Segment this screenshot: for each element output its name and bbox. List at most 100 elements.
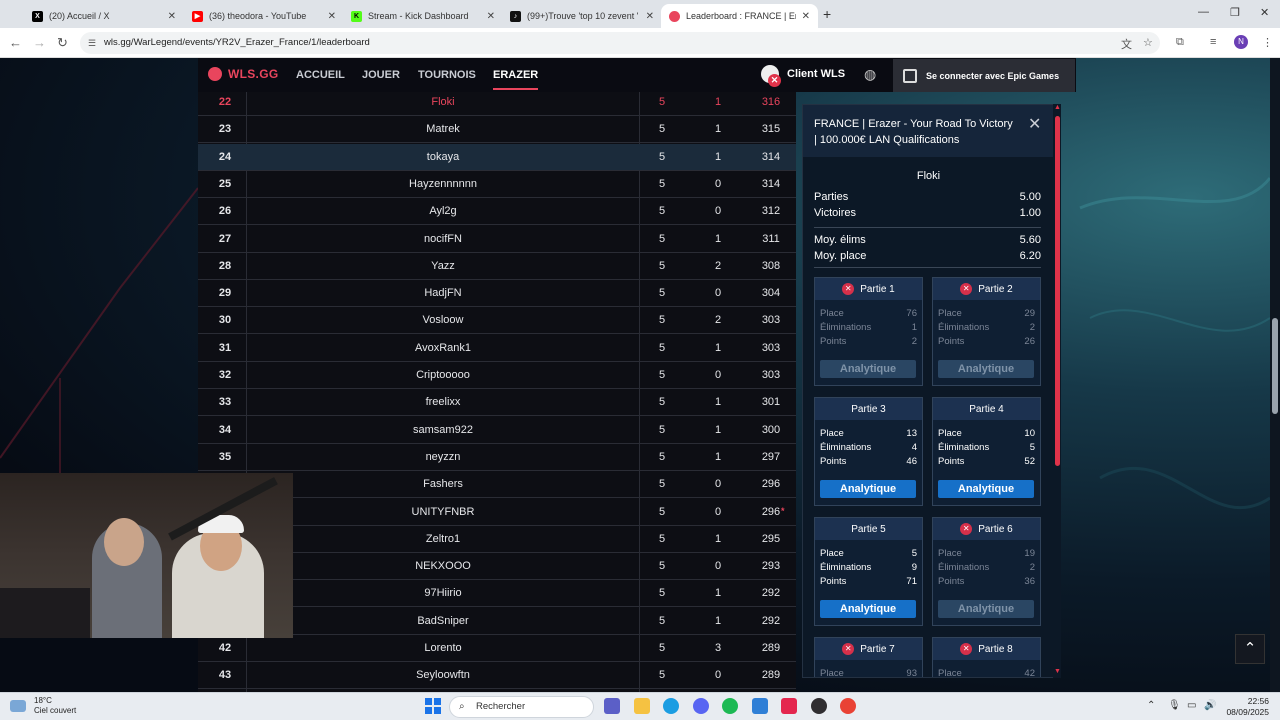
wins-cell: 2 — [714, 259, 722, 272]
obs-icon[interactable] — [811, 698, 827, 714]
chrome-icon[interactable] — [840, 698, 856, 714]
volume-icon[interactable]: 🔊 — [1204, 700, 1216, 711]
edge-icon[interactable] — [663, 698, 679, 714]
taskbar-clock[interactable]: 22:56 08/09/2025 — [1225, 696, 1269, 718]
analytics-button[interactable]: Analytique — [938, 480, 1034, 498]
store-icon[interactable] — [752, 698, 768, 714]
close-icon[interactable]: ✕ — [328, 11, 336, 22]
close-icon[interactable]: ✕ — [168, 11, 176, 22]
stat-divider — [814, 267, 1041, 268]
weather-widget[interactable]: 18°C Ciel couvert — [10, 696, 76, 716]
tab-leaderboard[interactable]: Leaderboard : FRANCE | Erazer ✕ — [661, 4, 818, 28]
close-icon[interactable]: ✕ — [646, 11, 654, 22]
game-stat-label: Place — [820, 308, 844, 319]
stat-value: 5.60 — [1019, 234, 1041, 246]
tab-tiktok[interactable]: ♪ (99+)Trouve 'top 10 zevent ' sur ✕ — [502, 4, 662, 28]
analytics-button[interactable]: Analytique — [820, 360, 916, 378]
epic-login-button[interactable]: Se connecter avec Epic Games — [893, 59, 1075, 92]
nav-erazer[interactable]: ERAZER — [493, 69, 539, 90]
table-row[interactable]: 28 Yazz 5 2 308 — [198, 253, 796, 280]
game-card: ✕Partie 8Place42ÉliminationsPointsAnalyt… — [932, 637, 1041, 677]
table-row[interactable]: 24 tokaya 5 1 314 — [198, 143, 796, 171]
player-detail-panel: FRANCE | Erazer - Your Road To Victory |… — [802, 104, 1061, 678]
tab-youtube[interactable]: ▶ (36) theodora - YouTube ✕ — [184, 4, 344, 28]
analytics-button[interactable]: Analytique — [820, 600, 916, 618]
file-explorer-icon[interactable] — [634, 698, 650, 714]
played-cell: 5 — [658, 423, 666, 436]
menu-icon[interactable]: ⋮ — [1262, 36, 1273, 49]
analytics-button[interactable]: Analytique — [938, 360, 1034, 378]
table-row[interactable]: 31 AvoxRank1 5 1 303 — [198, 335, 796, 362]
rank-cell: 35 — [218, 450, 232, 463]
scroll-to-top-button[interactable]: ⌃ — [1235, 634, 1265, 664]
spotify-icon[interactable] — [722, 698, 738, 714]
teams-icon[interactable] — [604, 698, 620, 714]
back-icon[interactable]: ← — [9, 35, 22, 50]
tab-x[interactable]: X (20) Accueil / X ✕ — [24, 4, 184, 28]
profile-avatar[interactable]: N — [1234, 35, 1248, 49]
table-row[interactable]: 23 Matrek 5 1 315 — [198, 116, 796, 144]
table-row[interactable]: 35 neyzzn 5 1 297 — [198, 444, 796, 471]
tray-chevron-icon[interactable]: ⌃ — [1147, 700, 1155, 711]
table-row[interactable]: 27 nocifFN 5 1 311 — [198, 226, 796, 253]
client-wls-button[interactable]: ✕ Client WLS — [761, 65, 845, 87]
table-row[interactable]: 33 freelixx 5 1 301 — [198, 389, 796, 417]
scrollbar-thumb[interactable] — [1055, 116, 1060, 466]
wins-cell: 1 — [714, 123, 722, 136]
game-stat-elims: Éliminations 2 — [938, 562, 1035, 573]
site-info-icon[interactable]: ☰ — [88, 32, 96, 54]
analytics-button[interactable]: Analytique — [938, 600, 1034, 618]
media-icon[interactable]: ≡ — [1210, 36, 1216, 48]
brand-name: WLS.GG — [228, 67, 279, 81]
close-icon[interactable]: ✕ — [1028, 114, 1041, 134]
taskbar-search[interactable]: ⌕ Rechercher — [449, 696, 594, 718]
table-row[interactable]: 30 Vosloow 5 2 303 — [198, 307, 796, 335]
restore-icon[interactable]: ❐ — [1230, 6, 1240, 19]
minimize-icon[interactable]: — — [1198, 6, 1209, 18]
table-row[interactable]: 34 samsam922 5 1 300 — [198, 417, 796, 444]
analytics-button[interactable]: Analytique — [820, 480, 916, 498]
nav-tournois[interactable]: TOURNOIS — [418, 69, 476, 81]
played-cell: 5 — [658, 123, 666, 136]
nav-jouer[interactable]: JOUER — [362, 69, 400, 81]
scroll-down-icon[interactable]: ▼ — [1054, 668, 1061, 675]
table-row[interactable]: 43 Seyloowftn 5 0 289 — [198, 662, 796, 690]
not-counted-icon: ✕ — [960, 643, 973, 655]
close-icon[interactable]: ✕ — [487, 11, 495, 22]
nav-accueil[interactable]: ACCUEIL — [296, 69, 345, 81]
microphone-icon[interactable]: 🎙 — [1168, 700, 1181, 711]
display-icon[interactable]: ▭ — [1187, 700, 1196, 711]
close-icon[interactable]: ✕ — [802, 11, 810, 22]
translate-icon[interactable]: 文 — [1121, 36, 1132, 52]
wls-logo[interactable]: WLS.GG — [208, 67, 278, 81]
table-row[interactable]: 29 HadjFN 5 0 304 — [198, 280, 796, 308]
page-scrollbar[interactable] — [1270, 58, 1280, 692]
bookmark-star-icon[interactable]: ☆ — [1143, 36, 1153, 49]
tab-kick[interactable]: K Stream - Kick Dashboard ✕ — [343, 4, 503, 28]
url-field[interactable]: ☰ wls.gg/WarLegend/events/YR2V_Erazer_Fr… — [80, 32, 1160, 54]
table-row[interactable]: 32 Criptooooo 5 0 303 — [198, 362, 796, 389]
language-globe-icon[interactable]: ◍ — [864, 66, 876, 83]
table-row[interactable]: 42 Lorento 5 3 289 — [198, 635, 796, 662]
scroll-up-icon[interactable]: ▲ — [1054, 104, 1061, 111]
panel-scrollbar[interactable]: ▲ ▼ — [1053, 104, 1061, 678]
forward-icon[interactable]: → — [33, 35, 46, 50]
game-stat-label: Place — [820, 668, 844, 678]
rank-cell: 33 — [218, 396, 232, 409]
scrollbar-thumb[interactable] — [1272, 318, 1278, 414]
table-row[interactable]: 22 Floki 5 1 316 — [198, 92, 796, 116]
player-name-cell: NEKXOOO — [415, 560, 471, 573]
extensions-icon[interactable]: ⧉ — [1176, 36, 1184, 49]
player-name-cell: HadjFN — [424, 287, 462, 300]
game-card-header: ✕ Partie 1 — [815, 278, 922, 300]
game-stat-place: Place 10 — [938, 428, 1035, 439]
new-tab-button[interactable]: + — [823, 6, 831, 22]
close-window-icon[interactable]: ✕ — [1260, 6, 1269, 19]
table-row[interactable]: 25 Hayzennnnnn 5 0 314 — [198, 171, 796, 198]
table-row[interactable]: 26 Ayl2g 5 0 312 — [198, 198, 796, 226]
tiktok-app-icon[interactable] — [781, 698, 797, 714]
discord-icon[interactable] — [693, 698, 709, 714]
rank-cell: 43 — [218, 669, 232, 682]
reload-icon[interactable]: ↻ — [57, 35, 68, 51]
windows-start-icon[interactable] — [425, 698, 441, 714]
